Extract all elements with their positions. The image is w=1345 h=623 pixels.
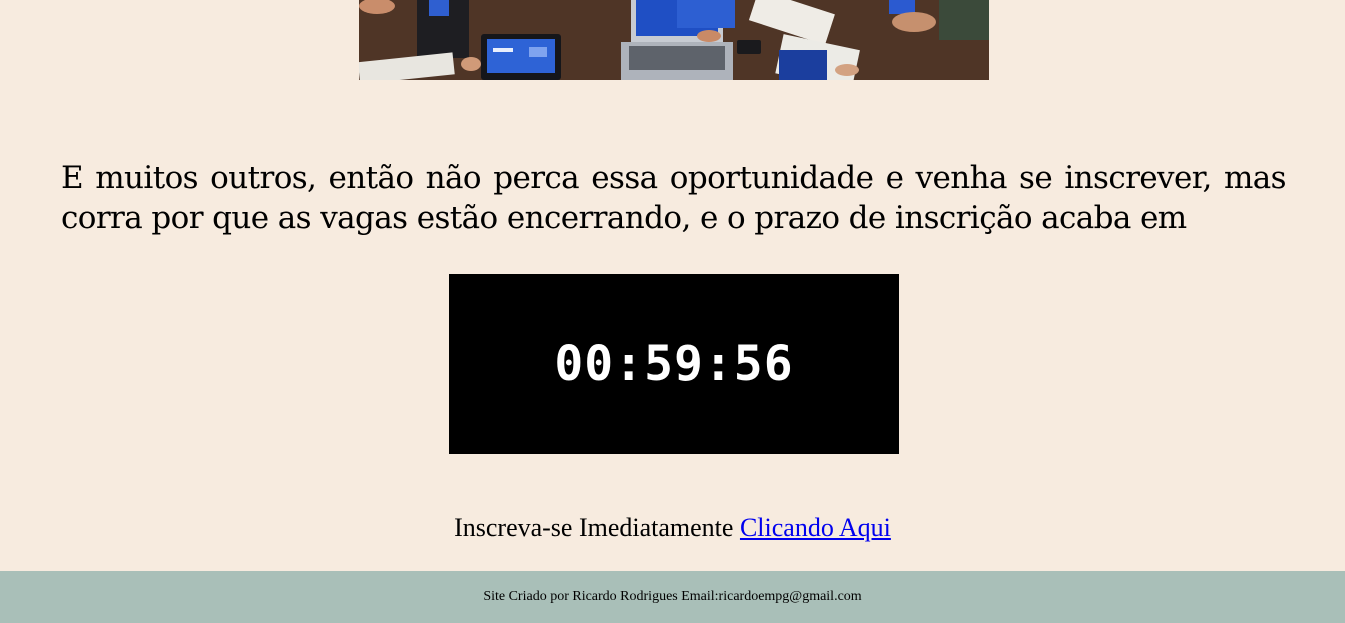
countdown-timer: 00:59:56 — [449, 274, 899, 454]
signup-prefix-text: Inscreva-se Imediatamente — [454, 513, 740, 542]
signup-link[interactable]: Clicando Aqui — [740, 513, 891, 542]
footer-credits: Site Criado por Ricardo Rodrigues Email:… — [483, 589, 862, 604]
hero-photo — [359, 0, 989, 80]
signup-call-to-action: Inscreva-se Imediatamente Clicando Aqui — [0, 512, 1345, 544]
hero-photo-illustration — [359, 0, 989, 80]
footer: Site Criado por Ricardo Rodrigues Email:… — [0, 571, 1345, 623]
countdown-value: 00:59:56 — [554, 336, 794, 392]
intro-paragraph: E muitos outros, então não perca essa op… — [61, 160, 1287, 236]
